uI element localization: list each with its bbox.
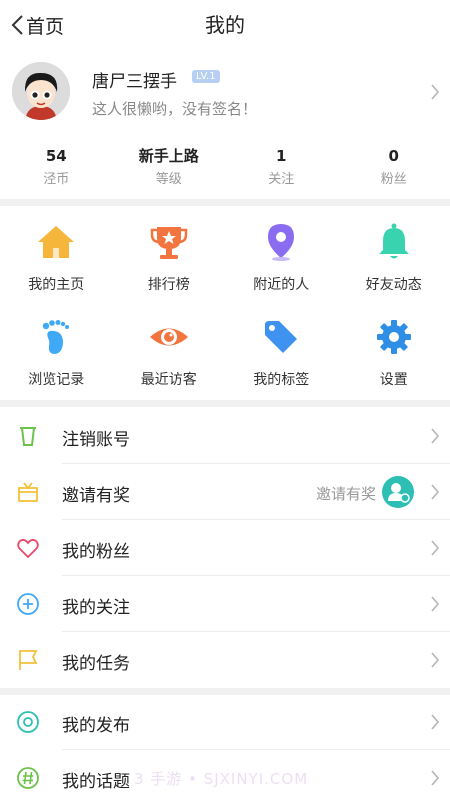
stat-label: 泾币 — [43, 172, 70, 187]
grid-item-settings[interactable]: 设置 — [338, 305, 450, 400]
profile-name: 唐尸三摆手 — [92, 72, 177, 92]
menu-item-label: 邀请有奖 — [62, 486, 130, 506]
level-badge: LV.1 — [192, 70, 220, 83]
tag-icon — [265, 321, 297, 353]
stat-fans[interactable]: 0 粉丝 — [338, 146, 450, 194]
chevron-right-icon — [431, 84, 440, 100]
invite-hint: 邀请有奖 — [315, 485, 376, 503]
menu-section-account: 注销账号 邀请有奖 邀请有奖 我的粉丝 我的关注 我的任务 — [0, 408, 450, 688]
home-icon — [38, 226, 74, 258]
stat-value: 1 — [276, 147, 287, 165]
trophy-icon — [150, 227, 187, 259]
grid-item-label: 设置 — [379, 372, 408, 388]
grid-item-label: 好友动态 — [365, 277, 422, 293]
grid-item-friend-feed[interactable]: 好友动态 — [338, 210, 450, 305]
stat-level[interactable]: 新手上路 等级 — [113, 146, 226, 194]
chevron-right-icon — [431, 652, 440, 668]
profile-card[interactable]: 唐尸三摆手 LV.1 这人很懒哟，没有签名！ — [0, 58, 450, 128]
gear-icon — [376, 320, 411, 354]
stat-following[interactable]: 1 关注 — [225, 146, 338, 194]
menu-item-my-fans[interactable]: 我的粉丝 — [0, 520, 450, 576]
stat-label: 等级 — [155, 172, 182, 187]
grid-item-label: 浏览记录 — [28, 372, 85, 388]
grid-item-label: 排行榜 — [147, 277, 190, 293]
grid-item-label: 我的主页 — [28, 277, 85, 293]
eye-icon — [149, 328, 188, 346]
section-divider — [0, 400, 450, 407]
stat-label: 粉丝 — [380, 172, 407, 187]
stat-label: 关注 — [268, 172, 295, 187]
target-icon — [17, 711, 39, 733]
grid-item-homepage[interactable]: 我的主页 — [0, 210, 113, 305]
chevron-right-icon — [431, 714, 440, 730]
avatar — [12, 62, 70, 120]
grid-item-ranking[interactable]: 排行榜 — [113, 210, 226, 305]
top-bar: 首页 我的 — [0, 0, 450, 50]
invite-user-icon — [382, 476, 414, 508]
chevron-right-icon — [431, 770, 440, 786]
gift-icon — [18, 482, 38, 502]
menu-item-label: 注销账号 — [62, 430, 130, 450]
watermark: 3 手游 • SJXINYI.COM — [134, 770, 309, 788]
hashtag-icon — [17, 767, 39, 789]
menu-item-my-following[interactable]: 我的关注 — [0, 576, 450, 632]
grid-item-label: 附近的人 — [253, 277, 310, 293]
heart-icon — [17, 538, 39, 559]
trash-icon — [20, 427, 36, 446]
footprint-icon — [42, 320, 69, 354]
chevron-right-icon — [431, 484, 440, 500]
grid-item-history[interactable]: 浏览记录 — [0, 305, 113, 400]
stat-value: 0 — [388, 147, 399, 165]
chevron-right-icon — [431, 540, 440, 556]
grid-item-visitors[interactable]: 最近访客 — [113, 305, 226, 400]
menu-item-invite[interactable]: 邀请有奖 邀请有奖 — [0, 464, 450, 520]
menu-item-label: 我的发布 — [62, 716, 130, 736]
page-title: 我的 — [205, 13, 245, 37]
stats-bar: 54 泾币 新手上路 等级 1 关注 0 粉丝 — [0, 146, 450, 194]
stat-value: 54 — [45, 147, 67, 165]
menu-item-label: 我的关注 — [62, 598, 130, 618]
section-divider — [0, 199, 450, 206]
bell-icon — [378, 223, 409, 259]
profile-signature: 这人很懒哟，没有签名！ — [92, 100, 258, 118]
grid-item-nearby[interactable]: 附近的人 — [225, 210, 338, 305]
grid-item-tags[interactable]: 我的标签 — [225, 305, 338, 400]
menu-item-label: 我的粉丝 — [62, 542, 130, 562]
chevron-right-icon — [431, 428, 440, 444]
stat-coins[interactable]: 54 泾币 — [0, 146, 113, 194]
stat-value: 新手上路 — [138, 147, 199, 165]
menu-item-my-tasks[interactable]: 我的任务 — [0, 632, 450, 688]
menu-item-my-posts[interactable]: 我的发布 — [0, 694, 450, 750]
grid-item-label: 我的标签 — [253, 372, 310, 388]
grid-item-label: 最近访客 — [140, 372, 197, 388]
feature-grid: 我的主页 排行榜 附近的人 好友动态 浏览记录 最近访客 我的标签 设置 — [0, 210, 450, 400]
menu-item-label: 我的话题 — [62, 772, 130, 792]
flag-icon — [19, 650, 38, 670]
menu-item-cancel-account[interactable]: 注销账号 — [0, 408, 450, 464]
menu-item-label: 我的任务 — [62, 654, 130, 674]
location-pin-icon — [268, 224, 294, 261]
plus-circle-icon — [17, 593, 39, 615]
chevron-right-icon — [431, 596, 440, 612]
